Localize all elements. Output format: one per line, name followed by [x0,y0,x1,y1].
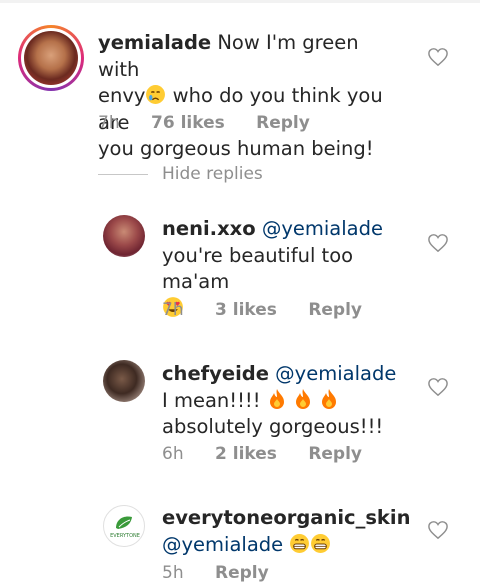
comment-meta: 6h 2 likes Reply [162,444,388,464]
like-heart-icon[interactable] [427,47,449,67]
story-ring[interactable] [18,25,84,91]
likes-count[interactable]: 3 likes [215,300,277,320]
comment-meta: 5h Reply [162,563,295,583]
comment-time: 6h [162,444,184,464]
like-heart-icon[interactable] [427,377,449,397]
grinning-face-emoji-icon [311,533,331,553]
like-heart-icon[interactable] [427,520,449,540]
comment-text: absolutely gorgeous!!! [162,415,384,438]
reply-button[interactable]: Reply [308,444,362,464]
fire-emoji-icon [295,388,310,409]
reply-button[interactable]: Reply [215,563,269,583]
fire-emoji-icon [322,388,337,409]
comment-text: I mean!!!! [162,388,267,412]
mention-link[interactable]: @yemialade [275,362,396,385]
likes-count[interactable]: 2 likes [215,444,277,464]
comment-text: you gorgeous human being! [98,137,374,160]
comment-meta: 7h 76 likes Reply [98,113,336,133]
comment-body: chefyeide @yemialade I mean!!!! absolute… [162,361,422,441]
comment-meta: 7h 3 likes Reply [162,300,388,320]
avatar[interactable]: EVERYTONE [103,505,145,547]
comment-body: yemialade Now I'm green with envy who do… [98,30,398,163]
comment-text: you're beautiful too ma'am [162,243,354,294]
hide-replies-button[interactable]: Hide replies [162,164,263,184]
reply-button[interactable]: Reply [308,300,362,320]
mention-link[interactable]: @yemialade [162,533,283,556]
comment-time: 5h [162,563,184,583]
crying-face-emoji-icon [146,85,166,104]
brand-logo: EVERYTONE [110,516,140,539]
top-divider [0,0,480,3]
like-heart-icon[interactable] [427,233,449,253]
mention-link[interactable]: @yemialade [262,217,383,240]
reply-button[interactable]: Reply [256,113,310,133]
comment-time: 7h [98,113,120,133]
svg-text:EVERYTONE: EVERYTONE [110,533,140,539]
avatar[interactable] [24,31,78,85]
grinning-face-emoji-icon [290,533,310,553]
comment-text: envy [98,84,146,107]
likes-count[interactable]: 76 likes [151,113,225,133]
fire-emoji-icon [269,388,284,409]
divider-line [98,174,148,175]
username[interactable]: yemialade [98,31,211,54]
comment-body: everytoneorganic_skin @yemialade [162,505,422,558]
username[interactable]: chefyeide [162,362,269,385]
username[interactable]: everytoneorganic_skin [162,506,410,529]
username[interactable]: neni.xxo [162,217,256,240]
comment-time: 7h [162,300,184,320]
avatar[interactable] [103,360,145,402]
avatar[interactable] [103,215,145,257]
